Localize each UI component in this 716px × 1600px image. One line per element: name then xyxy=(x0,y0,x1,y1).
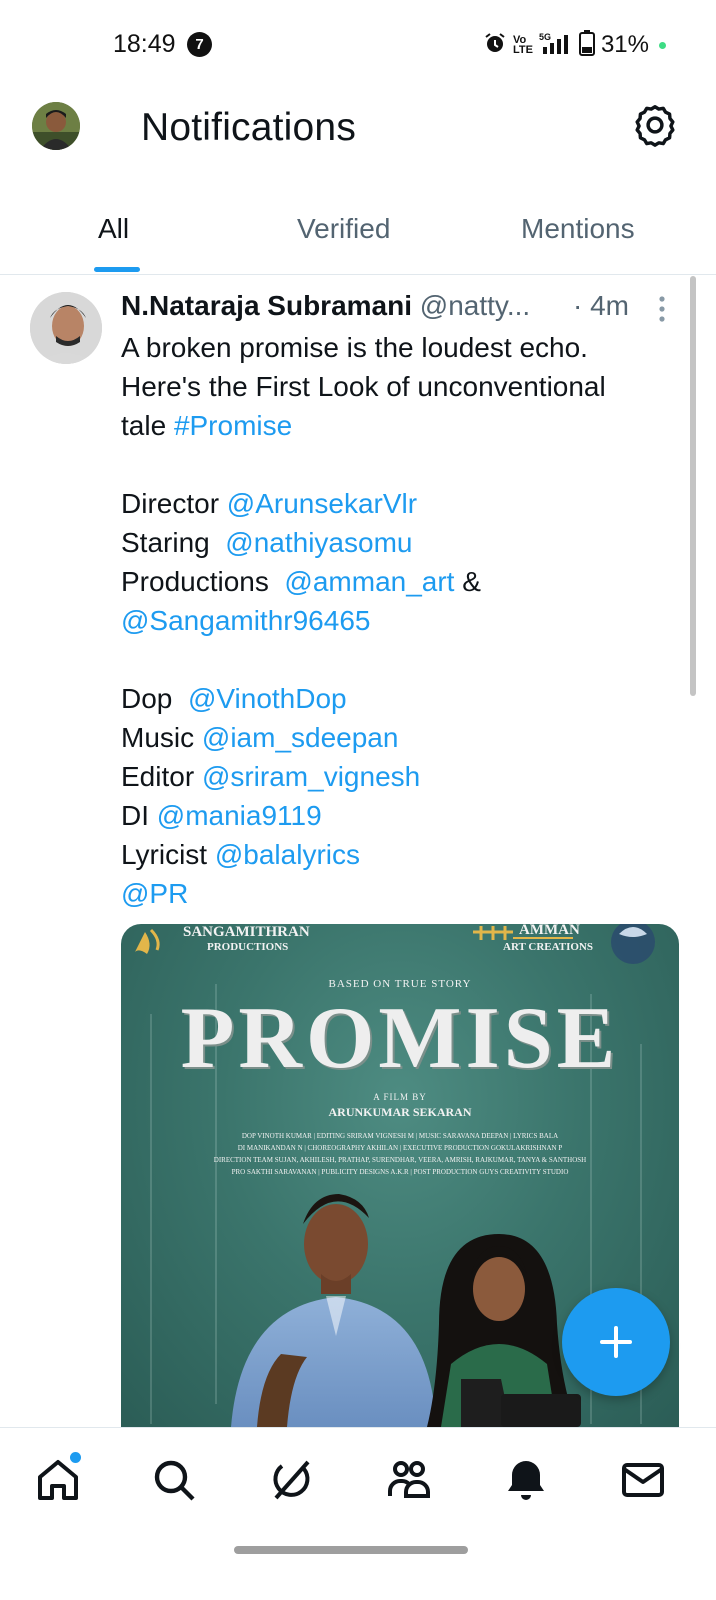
mention-link[interactable]: @PR xyxy=(121,878,188,909)
tweet-timestamp: · 4m xyxy=(573,290,629,321)
tweet-text-line: A broken promise is the loudest echo. xyxy=(121,328,681,367)
mention-link[interactable]: @sriram_vignesh xyxy=(202,761,420,792)
top-app-bar: Notifications xyxy=(0,90,716,180)
tweet-text-segment: DI xyxy=(121,800,157,831)
poster-right-logo-title: AMMAN xyxy=(519,924,580,938)
poster-movie-title: PROMISE xyxy=(180,990,620,1087)
profile-avatar[interactable] xyxy=(32,102,80,150)
mention-link[interactable]: @amman_art xyxy=(284,566,454,597)
poster-woman-figure xyxy=(427,1234,581,1427)
tweet-text-segment: Editor xyxy=(121,761,202,792)
poster-left-logo-subtitle: PRODUCTIONS xyxy=(207,941,289,953)
tweet-text-line: Productions @amman_art & xyxy=(121,562,681,601)
gesture-home-bar[interactable] xyxy=(234,1546,468,1554)
tweet-text-segment: Productions xyxy=(121,566,285,597)
communities-icon[interactable] xyxy=(385,1456,433,1504)
grok-icon[interactable] xyxy=(268,1456,316,1504)
bottom-navigation xyxy=(0,1427,716,1547)
tweet-header: N.Nataraja Subramani @natty... · 4m xyxy=(121,290,641,326)
poster-credits-line: DOP VINOTH KUMAR | EDITING SRIRAM VIGNES… xyxy=(241,1132,559,1140)
tweet-author-avatar[interactable] xyxy=(30,292,102,364)
search-icon[interactable] xyxy=(150,1456,198,1504)
page-title: Notifications xyxy=(141,106,357,149)
notification-tabs: All Verified Mentions xyxy=(0,195,716,275)
notifications-bell-icon[interactable] xyxy=(502,1456,550,1504)
tweet-text-line: DI @mania9119 xyxy=(121,796,681,835)
signal-icon: 5G xyxy=(539,31,573,60)
poster-left-logo-title: SANGAMITHRAN xyxy=(183,924,310,940)
tweet-text-segment: Lyricist xyxy=(121,839,215,870)
tweet-text-segment: tale xyxy=(121,410,174,441)
tweet-text-line: Lyricist @balalyrics xyxy=(121,835,681,874)
tweet-text-line: tale #Promise xyxy=(121,406,681,445)
tweet-text-segment: A broken promise is the loudest echo. xyxy=(121,332,588,363)
mention-link[interactable]: @nathiyasomu xyxy=(225,527,412,558)
poster-film-by: A FILM BY xyxy=(373,1092,427,1102)
mention-link[interactable]: @iam_sdeepan xyxy=(202,722,399,753)
status-icons: Vo LTE 5G 31% xyxy=(483,29,666,61)
poster-right-logo-subtitle: ART CREATIONS xyxy=(503,941,593,953)
battery-percent: 31% xyxy=(600,31,649,58)
volte-icon: Vo LTE xyxy=(512,34,533,56)
more-options-icon[interactable] xyxy=(652,294,672,324)
privacy-indicator-dot xyxy=(659,41,666,49)
alarm-icon xyxy=(483,31,507,60)
tweet-text-line: @PR xyxy=(121,874,681,913)
tab-verified[interactable]: Verified xyxy=(297,213,390,245)
poster-man-figure xyxy=(231,1194,436,1427)
tweet-text-line: Music @iam_sdeepan xyxy=(121,718,681,757)
tweet-text-segment: Music xyxy=(121,722,202,753)
tweet-author-name[interactable]: N.Nataraja Subramani xyxy=(121,290,412,321)
battery-icon xyxy=(578,29,595,61)
tweet-text-line: Here's the First Look of unconventional xyxy=(121,367,681,406)
tweet-text-segment: Director xyxy=(121,488,227,519)
tweet-text-line: Staring @nathiyasomu xyxy=(121,523,681,562)
mention-link[interactable]: @balalyrics xyxy=(215,839,360,870)
poster-credits-line: PRO SAKTHI SARAVANAN | PUBLICITY DESIGNS… xyxy=(231,1168,569,1176)
tab-all[interactable]: All xyxy=(98,213,129,245)
mention-link[interactable]: @VinothDop xyxy=(188,683,347,714)
poster-credits-line: DI MANIKANDAN N | CHOREOGRAPHY AKHILAN |… xyxy=(237,1144,563,1152)
tweet-text-segment: Dop xyxy=(121,683,188,714)
settings-gear-icon[interactable] xyxy=(632,102,678,148)
tweet-text-segment: & xyxy=(454,566,481,597)
tab-mentions[interactable]: Mentions xyxy=(521,213,635,245)
tweet-text-line: @Sangamithr96465 xyxy=(121,601,681,640)
status-time: 18:49 xyxy=(113,30,176,58)
tweet-text: A broken promise is the loudest echo. Her… xyxy=(121,328,681,913)
svg-text:5G: 5G xyxy=(539,32,551,42)
mention-link[interactable]: @Sangamithr96465 xyxy=(121,605,370,636)
scrollbar-thumb[interactable] xyxy=(690,276,696,696)
tweet-text-segment: Here's the First Look of unconventional xyxy=(121,371,606,402)
messages-icon[interactable] xyxy=(619,1456,667,1504)
tweet-author-handle[interactable]: @natty... xyxy=(420,290,530,321)
tweet-text-line: Dop @VinothDop xyxy=(121,679,681,718)
poster-credits-line: DIRECTION TEAM SUJAN, AKHILESH, PRATHAP,… xyxy=(213,1156,587,1164)
mention-link[interactable]: @ArunsekarVlr xyxy=(227,488,417,519)
status-bar: 18:49 7 Vo LTE 5G 31% xyxy=(0,0,716,90)
hashtag-link[interactable]: #Promise xyxy=(174,410,292,441)
active-tab-indicator xyxy=(94,267,140,272)
home-icon[interactable] xyxy=(34,1456,82,1504)
poster-director-name: ARUNKUMAR SEKARAN xyxy=(328,1105,472,1119)
mention-link[interactable]: @mania9119 xyxy=(157,800,322,831)
home-unread-dot xyxy=(70,1452,81,1463)
tweet-text-segment: Staring xyxy=(121,527,226,558)
sangamithran-logo-icon xyxy=(135,928,160,954)
tweet-text-line: Editor @sriram_vignesh xyxy=(121,757,681,796)
notification-count-badge: 7 xyxy=(187,32,212,57)
compose-fab-button[interactable] xyxy=(562,1288,670,1396)
tweet-text-line: Director @ArunsekarVlr xyxy=(121,484,681,523)
